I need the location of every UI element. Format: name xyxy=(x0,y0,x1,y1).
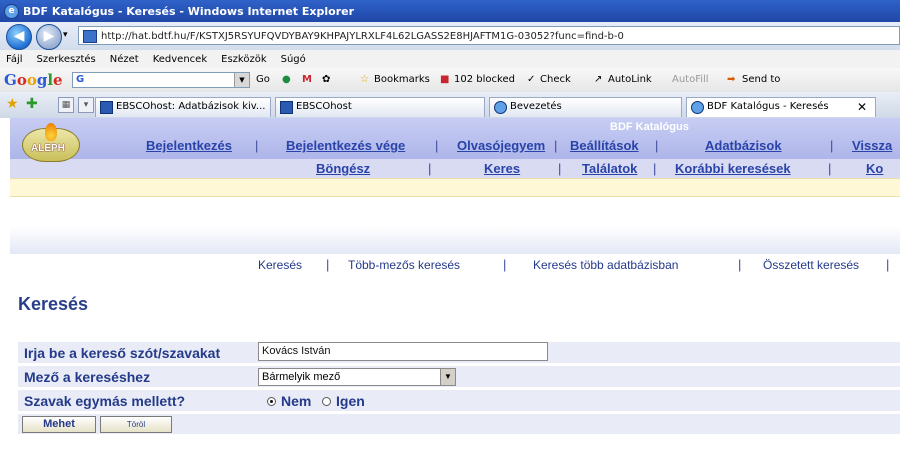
chevron-down-icon[interactable]: ▼ xyxy=(440,369,455,385)
add-favorite-icon[interactable]: ✚ xyxy=(26,96,38,112)
bookmark-star-icon: ☆ xyxy=(360,74,369,85)
back-button[interactable]: ◀ xyxy=(6,24,32,50)
tab-multi-field-search[interactable]: Több-mezős keresés xyxy=(348,258,460,272)
check-button[interactable]: Check xyxy=(540,74,571,85)
forward-button[interactable]: ▶ xyxy=(36,24,62,50)
tab-advanced-search[interactable]: Összetett keresés xyxy=(763,258,859,272)
form-row-field: Mező a kereséshez xyxy=(18,366,900,387)
quick-tabs-icon[interactable]: ▦ xyxy=(58,97,74,113)
adjacent-no-label: Nem xyxy=(281,393,312,409)
tab-bevezetes[interactable]: Bevezetés xyxy=(489,97,682,117)
search-term-input[interactable]: Kovács István xyxy=(258,342,548,361)
catalog-title: BDF Katalógus xyxy=(610,121,689,133)
tab-ebscohost[interactable]: EBSCOhost xyxy=(275,97,485,117)
menu-edit[interactable]: Szerkesztés xyxy=(37,54,96,65)
close-tab-icon[interactable]: ✕ xyxy=(857,98,867,116)
navigation-bar: ◀ ▶ ▾ http://hat.bdtf.hu/F/KSTXJ5RSYUFQV… xyxy=(0,22,900,51)
link-settings[interactable]: Beállítások xyxy=(570,138,639,153)
internet-explorer-icon xyxy=(494,101,507,114)
window-title: BDF Katalógus - Keresés - Windows Intern… xyxy=(23,4,355,18)
ebsco-icon xyxy=(280,101,293,114)
search-mode-nav xyxy=(10,226,900,254)
page-icon xyxy=(83,30,97,43)
submit-button[interactable]: Mehet xyxy=(22,416,96,433)
tab-bdf-katalogus[interactable]: BDF Katalógus - Keresés ✕ xyxy=(686,97,876,117)
adjacent-label: Szavak egymás mellett? xyxy=(24,393,186,409)
link-login[interactable]: Bejelentkezés xyxy=(146,138,232,153)
address-url: http://hat.bdtf.hu/F/KSTXJ5RSYUFQVDYBAY9… xyxy=(101,31,624,42)
message-bar xyxy=(10,178,900,197)
menu-help[interactable]: Súgó xyxy=(281,54,306,65)
menu-bar: Fájl Szerkesztés Nézet Kedvencek Eszközö… xyxy=(0,50,900,68)
send-icon: ➡ xyxy=(727,74,736,85)
internet-explorer-icon xyxy=(691,101,704,114)
tab-ebscohost-databases[interactable]: EBSCOhost: Adatbázisok kiv... xyxy=(95,97,271,117)
link-search[interactable]: Keres xyxy=(484,161,520,176)
globe-icon[interactable]: ● xyxy=(282,74,291,85)
adjacent-yes-radio[interactable] xyxy=(322,397,331,406)
autolink-button[interactable]: AutoLink xyxy=(608,74,652,85)
search-field-select[interactable]: Bármelyik mező ▼ xyxy=(258,368,456,386)
autolink-icon: ↗ xyxy=(594,74,603,85)
bookmarks-button[interactable]: Bookmarks xyxy=(374,74,430,85)
send-to-button[interactable]: Send to xyxy=(742,74,780,85)
internet-explorer-icon: e xyxy=(4,3,19,19)
menu-file[interactable]: Fájl xyxy=(6,54,23,65)
field-label: Mező a kereséshez xyxy=(24,369,151,385)
gmail-icon[interactable]: M xyxy=(302,74,312,85)
ebsco-icon xyxy=(100,101,113,114)
menu-favorites[interactable]: Kedvencek xyxy=(153,54,207,65)
menu-tools[interactable]: Eszközök xyxy=(221,54,267,65)
catalog-header: BDF Katalógus ALEPH Bejelentkezés | Beje… xyxy=(10,118,900,204)
favorites-star-icon[interactable]: ★ xyxy=(6,96,19,112)
aleph-logo: ALEPH xyxy=(22,123,80,162)
link-browse[interactable]: Böngész xyxy=(316,161,370,176)
link-results[interactable]: Találatok xyxy=(582,161,637,176)
page-title: Keresés xyxy=(18,294,89,314)
chevron-down-icon[interactable]: ▼ xyxy=(234,73,249,87)
term-label: Irja be a kereső szót/szavakat xyxy=(24,345,221,361)
window-titlebar: e BDF Katalógus - Keresés - Windows Inte… xyxy=(0,0,900,22)
tab-list-icon[interactable]: ▾ xyxy=(78,97,94,113)
flame-icon xyxy=(45,123,57,141)
clear-button[interactable]: Töröl xyxy=(100,416,172,433)
link-previous-searches[interactable]: Korábbi keresések xyxy=(675,161,791,176)
adjacent-yes-label: Igen xyxy=(336,393,365,409)
tab-bar: ★ ✚ ▦ ▾ EBSCOhost: Adatbázisok kiv... EB… xyxy=(0,92,900,119)
tab-basic-search[interactable]: Keresés xyxy=(258,258,302,272)
google-search-input[interactable]: G ▼ xyxy=(72,72,250,88)
google-toolbar: Google G ▼ Go ● M ✿ ☆ Bookmarks ■ 102 bl… xyxy=(0,68,900,93)
address-bar[interactable]: http://hat.bdtf.hu/F/KSTXJ5RSYUFQVDYBAY9… xyxy=(78,26,900,45)
link-databases[interactable]: Adatbázisok xyxy=(705,138,782,153)
link-basket[interactable]: Ko xyxy=(866,161,883,176)
puzzle-icon[interactable]: ✿ xyxy=(322,74,330,85)
google-logo: Google xyxy=(4,71,63,89)
adjacent-no-radio[interactable] xyxy=(267,397,276,406)
tab-multi-database-search[interactable]: Keresés több adatbázisban xyxy=(533,258,678,272)
popup-blocker-icon: ■ xyxy=(440,74,450,85)
history-dropdown-icon[interactable]: ▾ xyxy=(63,30,68,40)
autofill-button[interactable]: AutoFill xyxy=(672,74,709,85)
link-logout[interactable]: Bejelentkezés vége xyxy=(286,138,405,153)
popup-blocked-count[interactable]: 102 blocked xyxy=(454,74,515,85)
link-back[interactable]: Vissza xyxy=(852,138,892,153)
menu-view[interactable]: Nézet xyxy=(110,54,139,65)
form-row-adjacent: Szavak egymás mellett? xyxy=(18,390,900,411)
spellcheck-icon: ✓ xyxy=(527,74,536,85)
link-library-card[interactable]: Olvasójegyem xyxy=(457,138,545,153)
google-go-button[interactable]: Go xyxy=(256,74,270,85)
